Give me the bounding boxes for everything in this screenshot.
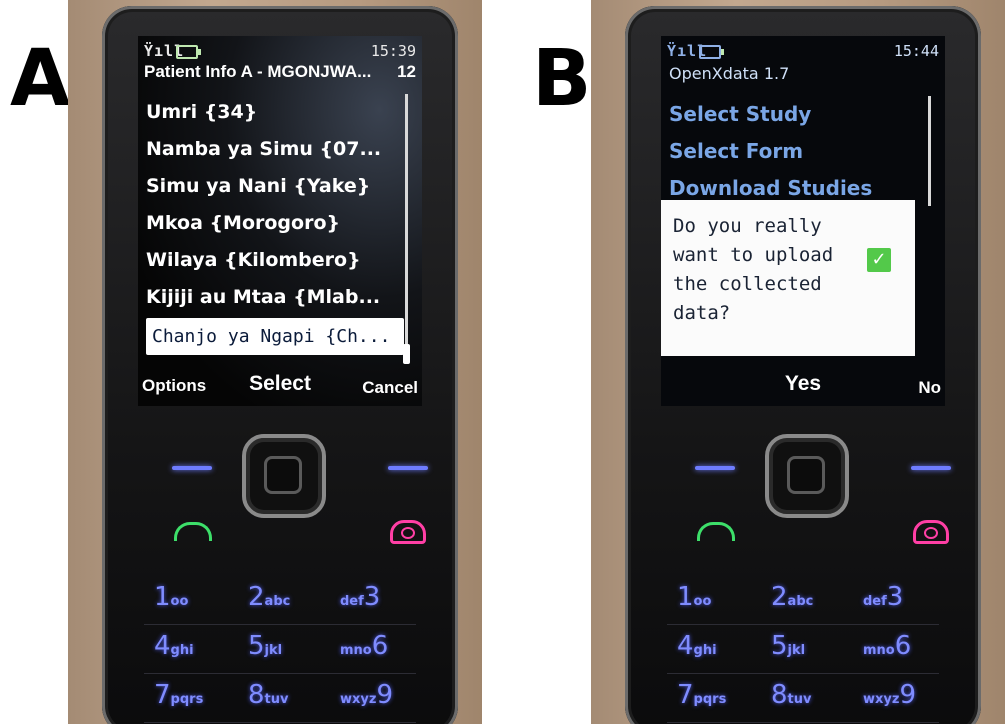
softkey-bar-b: Yes No: [665, 368, 941, 400]
question-count: 12: [397, 62, 416, 81]
no-softkey[interactable]: No: [918, 378, 941, 398]
phone-photo-a: Ÿıll 15:39 Patient Info A - MGONJWA... 1…: [68, 0, 482, 724]
navigation-key[interactable]: [242, 434, 326, 518]
key-3[interactable]: def3: [863, 582, 903, 612]
keypad-row: 4ghi 5jkl mno6: [144, 625, 416, 674]
navigation-key[interactable]: [765, 434, 849, 518]
key-4[interactable]: 4ghi: [154, 631, 194, 661]
key-4[interactable]: 4ghi: [677, 631, 717, 661]
key-8[interactable]: 8tuv: [248, 680, 289, 710]
softkey-bar-a: Options Select Cancel: [142, 368, 418, 400]
cancel-softkey[interactable]: Cancel: [362, 378, 418, 398]
status-bar-b: Ÿıll 15:44: [667, 40, 939, 60]
call-key-icon[interactable]: [697, 522, 735, 541]
list-item-namba-ya-simu[interactable]: Namba ya Simu {07...: [146, 131, 404, 168]
list-item-chanjo-selected[interactable]: Chanjo ya Ngapi {Ch...: [146, 318, 404, 355]
end-call-key-icon[interactable]: [390, 520, 426, 544]
battery-icon: [699, 45, 724, 59]
key-3[interactable]: def3: [340, 582, 380, 612]
key-1[interactable]: 1oo: [154, 582, 188, 612]
key-5[interactable]: 5jkl: [771, 631, 805, 661]
key-9[interactable]: wxyz9: [863, 680, 916, 710]
key-5[interactable]: 5jkl: [248, 631, 282, 661]
key-6[interactable]: mno6: [863, 631, 911, 661]
keypad-row: 7pqrs 8tuv wxyz9: [667, 674, 939, 723]
question-list: Umri {34} Namba ya Simu {07... Simu ya N…: [146, 94, 404, 355]
key-1[interactable]: 1oo: [677, 582, 711, 612]
keypad-row: 4ghi 5jkl mno6: [667, 625, 939, 674]
scrollbar[interactable]: [928, 96, 931, 206]
keypad-a: 1oo 2abc def3 4ghi 5jkl mno6 7pqrs 8tuv …: [144, 576, 416, 723]
key-7[interactable]: 7pqrs: [677, 680, 726, 710]
hardware-keys-a: 1oo 2abc def3 4ghi 5jkl mno6 7pqrs 8tuv …: [132, 426, 428, 724]
keypad-row: 1oo 2abc def3: [667, 576, 939, 625]
menu-item-select-form[interactable]: Select Form: [669, 133, 872, 170]
keypad-b: 1oo 2abc def3 4ghi 5jkl mno6 7pqrs 8tuv …: [667, 576, 939, 723]
right-softkey-button[interactable]: [911, 466, 951, 470]
scrollbar[interactable]: [403, 94, 410, 364]
app-title: OpenXdata 1.7: [669, 64, 790, 83]
key-9[interactable]: wxyz9: [340, 680, 393, 710]
key-2[interactable]: 2abc: [248, 582, 290, 612]
key-7[interactable]: 7pqrs: [154, 680, 203, 710]
phone-body-a: Ÿıll 15:39 Patient Info A - MGONJWA... 1…: [102, 6, 458, 724]
phone-screen-a: Ÿıll 15:39 Patient Info A - MGONJWA... 1…: [138, 36, 422, 406]
menu-item-select-study[interactable]: Select Study: [669, 96, 872, 133]
dialog-message: Do you really want to upload the collect…: [673, 215, 834, 324]
upload-confirm-dialog: Do you really want to upload the collect…: [661, 200, 915, 356]
yes-softkey[interactable]: Yes: [665, 372, 941, 396]
form-title: Patient Info A - MGONJWA... 12: [144, 62, 416, 82]
panel-label-a: A: [10, 34, 71, 124]
key-6[interactable]: mno6: [340, 631, 388, 661]
list-item-mkoa[interactable]: Mkoa {Morogoro}: [146, 205, 404, 242]
main-menu: Select Study Select Form Download Studie…: [669, 96, 872, 207]
list-item-kijiji[interactable]: Kijiji au Mtaa {Mlab...: [146, 279, 404, 316]
phone-screen-b: Ÿıll 15:44 OpenXdata 1.7 Select Study Se…: [661, 36, 945, 406]
keypad-row: 1oo 2abc def3: [144, 576, 416, 625]
hardware-keys-b: 1oo 2abc def3 4ghi 5jkl mno6 7pqrs 8tuv …: [655, 426, 951, 724]
list-item-wilaya[interactable]: Wilaya {Kilombero}: [146, 242, 404, 279]
end-call-key-icon[interactable]: [913, 520, 949, 544]
left-softkey-button[interactable]: [695, 466, 735, 470]
list-item-simu-ya-nani[interactable]: Simu ya Nani {Yake}: [146, 168, 404, 205]
panel-label-b: B: [532, 34, 592, 124]
status-bar-a: Ÿıll 15:39: [144, 40, 416, 60]
phone-body-b: Ÿıll 15:44 OpenXdata 1.7 Select Study Se…: [625, 6, 981, 724]
list-item-umri[interactable]: Umri {34}: [146, 94, 404, 131]
clock: 15:44: [893, 42, 939, 60]
key-2[interactable]: 2abc: [771, 582, 813, 612]
keypad-row: 7pqrs 8tuv wxyz9: [144, 674, 416, 723]
clock: 15:39: [370, 42, 416, 60]
right-softkey-button[interactable]: [388, 466, 428, 470]
check-icon: ✓: [867, 248, 891, 272]
phone-photo-b: Ÿıll 15:44 OpenXdata 1.7 Select Study Se…: [591, 0, 1005, 724]
scrollbar-thumb[interactable]: [403, 344, 410, 364]
key-8[interactable]: 8tuv: [771, 680, 812, 710]
battery-icon: [176, 45, 201, 59]
left-softkey-button[interactable]: [172, 466, 212, 470]
form-title-text: Patient Info A - MGONJWA...: [144, 62, 372, 81]
call-key-icon[interactable]: [174, 522, 212, 541]
